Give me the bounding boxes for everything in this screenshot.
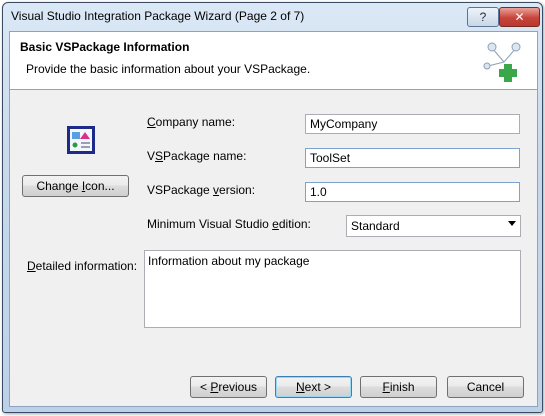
wizard-window: Visual Studio Integration Package Wizard… [2, 2, 543, 413]
previous-label-pre: < [199, 380, 211, 394]
company-label-text: ompany name: [155, 115, 236, 129]
vspackage-name-field[interactable]: ToolSet [305, 148, 520, 168]
min-edition-label: Minimum Visual Studio edition: [147, 217, 311, 231]
wizard-header: Basic VSPackage Information Provide the … [10, 32, 537, 90]
vspackage-version-field[interactable]: 1.0 [305, 182, 520, 202]
wizard-body: Basic VSPackage Information Provide the … [9, 31, 538, 407]
finish-label-rest: inish [389, 380, 415, 394]
min-edition-value: Standard [351, 219, 400, 233]
detailed-info-textarea[interactable]: Information about my package [144, 250, 521, 328]
vspackage-version-label-pre: VSPackage [147, 183, 214, 197]
title-bar[interactable]: Visual Studio Integration Package Wizard… [3, 3, 542, 31]
finish-button[interactable]: Finish [360, 376, 437, 398]
detailed-info-label-text: etailed information: [35, 259, 138, 273]
detailed-info-label: Detailed information: [27, 259, 137, 273]
previous-button[interactable]: < Previous [190, 376, 267, 398]
page-title: Basic VSPackage Information [20, 40, 190, 54]
min-edition-accel: e [272, 217, 279, 231]
change-icon-label-rest: con... [85, 179, 115, 193]
previous-label-rest: revious [218, 380, 258, 394]
min-edition-label-text: dition: [278, 217, 311, 231]
vspackage-name-accel: S [155, 149, 164, 163]
change-icon-button[interactable]: Change Icon... [22, 175, 129, 197]
window-title: Visual Studio Integration Package Wizard… [11, 9, 305, 23]
vspackage-version-label: VSPackage version: [147, 183, 255, 197]
detailed-info-accel: D [27, 259, 36, 273]
vspackage-name-label-text: Package name: [163, 149, 247, 163]
vspackage-version-label-text: ersion: [219, 183, 256, 197]
next-button[interactable]: Next > [275, 376, 352, 398]
min-edition-label-pre: Minimum Visual Studio [147, 217, 273, 231]
next-accel: N [295, 380, 305, 394]
finish-accel: F [382, 380, 390, 394]
min-edition-dropdown[interactable]: Standard [346, 215, 521, 237]
help-button[interactable]: ? [467, 7, 499, 27]
chevron-down-icon[interactable] [508, 221, 516, 226]
change-icon-label: Change [36, 179, 82, 193]
next-label-rest: ext > [304, 380, 332, 394]
vspackage-name-label-pre: V [147, 149, 156, 163]
page-subtitle: Provide the basic information about your… [26, 62, 311, 76]
package-add-icon [483, 42, 521, 82]
vspackage-icon [67, 126, 95, 154]
company-name-label: Company name: [147, 115, 235, 129]
cancel-button[interactable]: Cancel [447, 376, 524, 398]
company-name-field[interactable]: MyCompany [305, 114, 520, 134]
close-button[interactable]: ✕ [499, 7, 540, 27]
cancel-label: Cancel [466, 380, 505, 394]
vspackage-name-label: VSPackage name: [147, 149, 246, 163]
company-accel: C [147, 115, 156, 129]
